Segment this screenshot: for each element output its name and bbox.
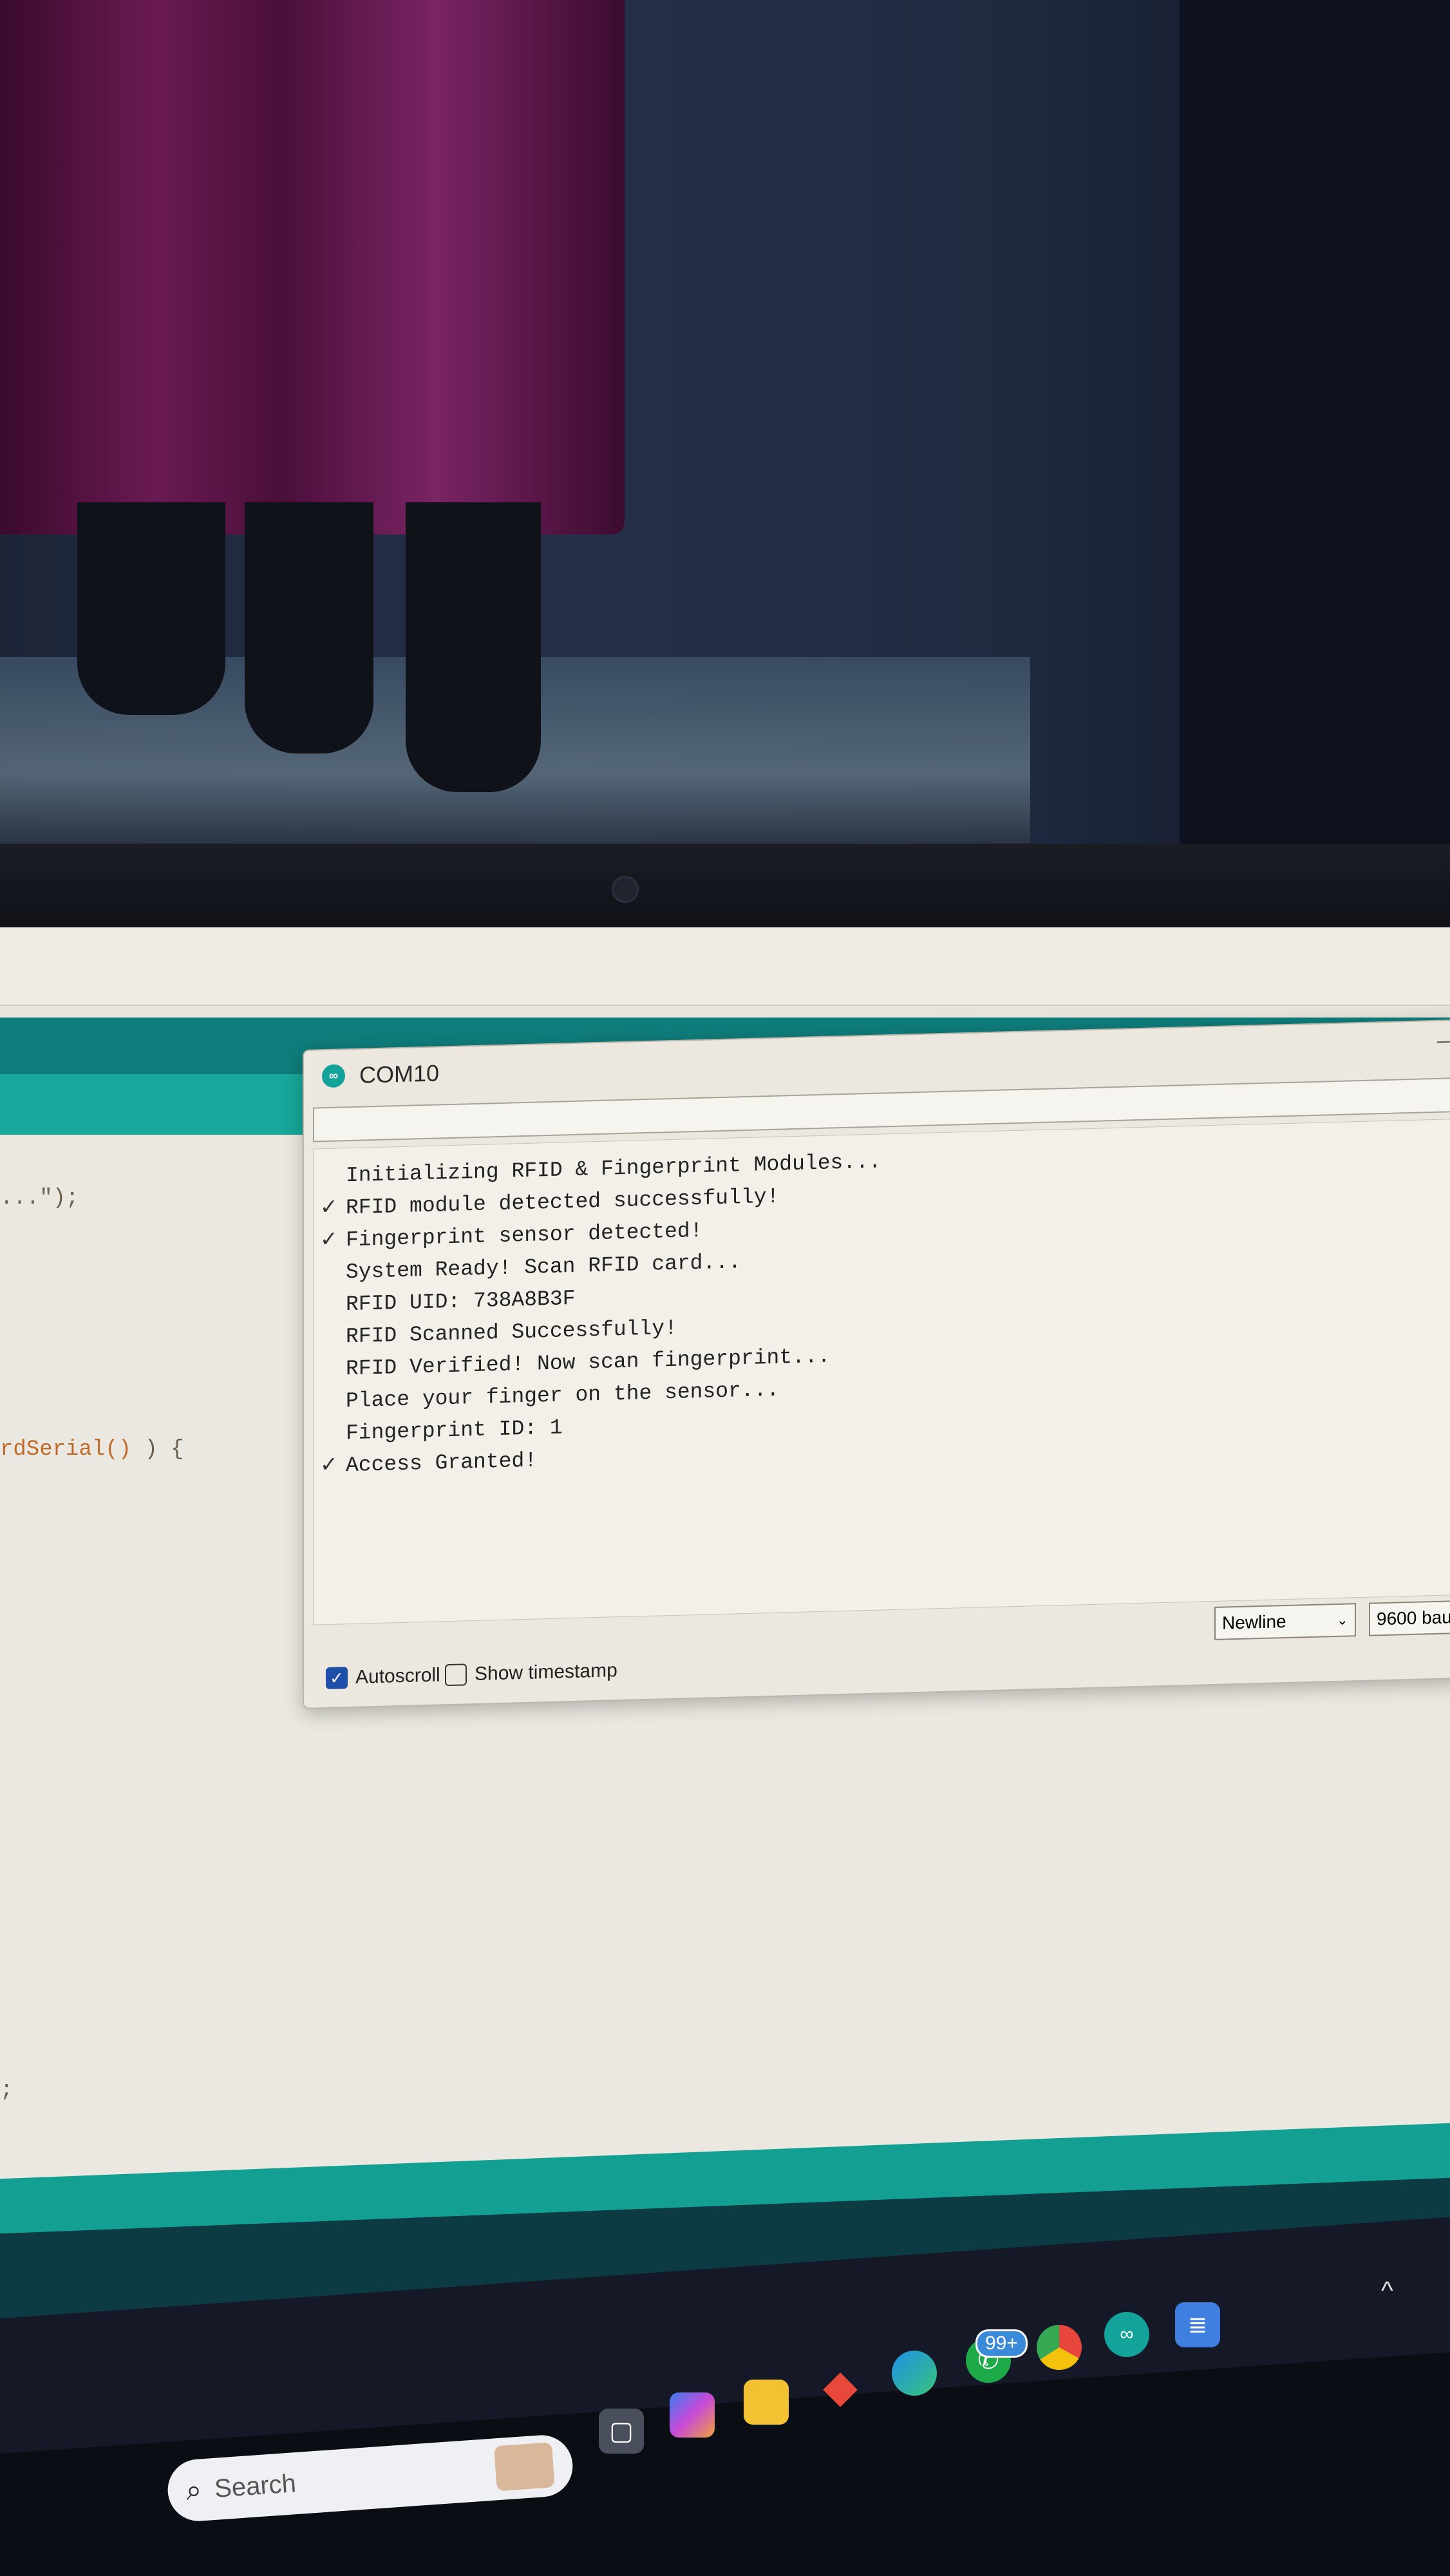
check-icon: ✓ bbox=[320, 1196, 338, 1221]
check-icon bbox=[320, 1342, 346, 1343]
autoscroll-checkbox[interactable]: ✓ Autoscroll bbox=[326, 1664, 440, 1690]
ide-menubar bbox=[0, 927, 1450, 1006]
output-text: RFID Scanned Successfully! bbox=[346, 1316, 677, 1349]
check-icon bbox=[320, 1374, 346, 1375]
search-highlight-image bbox=[494, 2442, 555, 2492]
checkbox-box[interactable] bbox=[445, 1663, 467, 1687]
baud-rate-value: 9600 baud bbox=[1377, 1606, 1450, 1629]
check-icon bbox=[320, 1406, 346, 1407]
output-text: RFID UID: 738A8B3F bbox=[346, 1286, 576, 1317]
check-icon bbox=[320, 1181, 346, 1182]
taskbar bbox=[0, 2210, 1450, 2576]
arduino-logo-icon: ∞ bbox=[322, 1064, 345, 1088]
serial-output[interactable]: Initializing RFID & Fingerprint Modules.… bbox=[313, 1118, 1450, 1625]
search-icon: ⌕ bbox=[184, 2474, 203, 2506]
arduino-ide-icon[interactable]: ∞ bbox=[1104, 2312, 1149, 2357]
minimize-button[interactable]: — bbox=[1437, 1030, 1450, 1052]
check-icon: ✓ bbox=[320, 1228, 338, 1253]
chrome-icon[interactable] bbox=[1037, 2325, 1082, 2370]
windows-start-icon[interactable] bbox=[97, 2499, 144, 2546]
file-explorer-icon[interactable] bbox=[744, 2380, 789, 2425]
legs bbox=[39, 502, 541, 837]
output-text: Access Granted! bbox=[346, 1448, 538, 1478]
chevron-down-icon: ⌄ bbox=[1336, 1611, 1348, 1628]
timestamp-label: Show timestamp bbox=[475, 1660, 617, 1685]
room-background bbox=[0, 0, 1450, 850]
notification-badge: 99+ bbox=[975, 2329, 1028, 2358]
code-line: rdSerial() ) { bbox=[0, 1437, 184, 1462]
task-view-icon[interactable]: ▢ bbox=[599, 2409, 644, 2454]
output-text: RFID module detected successfully! bbox=[346, 1184, 780, 1220]
app-diamond-icon[interactable]: ◆ bbox=[818, 2361, 863, 2411]
show-timestamp-checkbox[interactable]: Show timestamp bbox=[445, 1660, 617, 1687]
code-token: rdSerial() bbox=[0, 1437, 132, 1462]
baud-rate-select[interactable]: 9600 baud bbox=[1369, 1600, 1450, 1636]
output-text: Place your finger on the sensor... bbox=[346, 1378, 780, 1414]
window-title: COM10 bbox=[359, 1059, 440, 1088]
copilot-icon[interactable] bbox=[670, 2392, 715, 2438]
leg bbox=[245, 502, 373, 753]
tray-chevron-icon[interactable]: ^ bbox=[1381, 2277, 1393, 2306]
check-icon bbox=[320, 1310, 346, 1311]
serial-monitor-window[interactable]: ∞ COM10 — Initializing RFID & Fingerprin… bbox=[303, 1019, 1450, 1709]
laptop-bezel bbox=[0, 844, 1450, 940]
checkmark-icon[interactable]: ✓ bbox=[326, 1667, 348, 1690]
line-ending-value: Newline bbox=[1222, 1611, 1286, 1633]
leg bbox=[77, 502, 225, 715]
code-token: ) { bbox=[144, 1437, 184, 1462]
edge-browser-icon[interactable] bbox=[892, 2351, 937, 2396]
line-ending-select[interactable]: Newline ⌄ bbox=[1214, 1603, 1356, 1640]
check-icon: ✓ bbox=[320, 1454, 338, 1479]
code-line: ; bbox=[0, 2078, 14, 2103]
output-text: Fingerprint ID: 1 bbox=[346, 1416, 563, 1446]
code-line: ..."); bbox=[0, 1186, 79, 1211]
autoscroll-label: Autoscroll bbox=[355, 1664, 440, 1688]
notepad-icon[interactable]: ≣ bbox=[1175, 2302, 1220, 2347]
ide-tab-strip bbox=[0, 1074, 309, 1135]
webcam bbox=[612, 876, 639, 903]
output-text: Fingerprint sensor detected! bbox=[346, 1218, 703, 1253]
output-text: System Ready! Scan RFID card... bbox=[346, 1250, 741, 1285]
leg bbox=[406, 502, 541, 792]
search-placeholder: Search bbox=[213, 2468, 297, 2503]
curtain bbox=[0, 0, 625, 535]
dark-wall bbox=[1180, 0, 1450, 850]
